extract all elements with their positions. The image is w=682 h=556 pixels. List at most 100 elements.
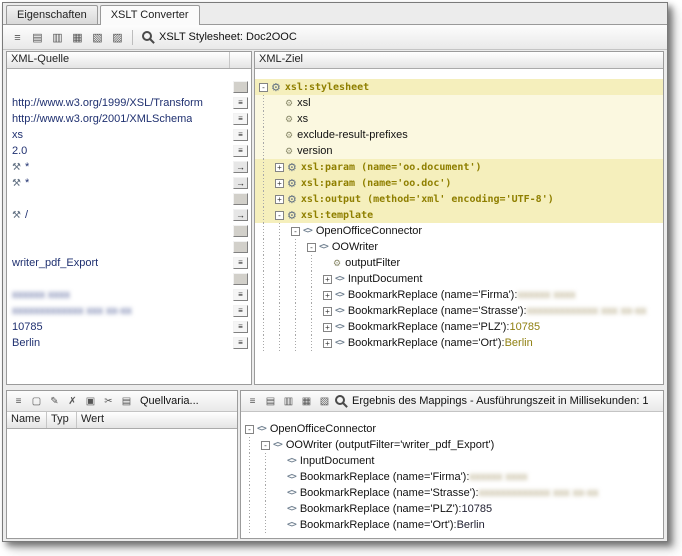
mapping-button-blank[interactable] <box>233 241 248 253</box>
tree-node[interactable]: -<>OpenOfficeConnector <box>255 223 663 239</box>
tree-node[interactable]: -<>OOWriter (outputFilter='writer_pdf_Ex… <box>241 437 663 453</box>
mapping-button-arrow[interactable]: → <box>233 177 248 189</box>
tree-node[interactable]: +<>BookmarkReplace (name='PLZ') : 10785 <box>255 319 663 335</box>
expander-plus-icon[interactable]: + <box>323 307 332 316</box>
hex-view-icon[interactable]: ▦ <box>69 29 86 46</box>
source-row[interactable]: xxxxxxxxxxxxx xxx xx-xx≡ <box>7 303 251 319</box>
node-label: OOWriter (outputFilter='writer_pdf_Expor… <box>286 439 494 451</box>
source-row[interactable]: xs≡ <box>7 127 251 143</box>
tree-node[interactable]: +<>BookmarkReplace (name='Ort') : Berlin <box>255 335 663 351</box>
tree-guide <box>290 287 306 303</box>
menu-icon[interactable]: ≡ <box>9 29 26 46</box>
source-row[interactable] <box>7 271 251 287</box>
delete-variable-icon[interactable]: ✗ <box>65 394 80 409</box>
variables-table-body[interactable] <box>7 429 237 538</box>
source-row[interactable]: Berlin≡ <box>7 335 251 351</box>
export-icon[interactable]: ▨ <box>109 29 126 46</box>
tree-guide <box>258 319 274 335</box>
source-variables-label[interactable]: Quellvaria... <box>140 395 199 407</box>
edit-variable-icon[interactable]: ✎ <box>47 394 62 409</box>
mapping-button-lines[interactable]: ≡ <box>233 97 248 109</box>
source-row[interactable] <box>7 239 251 255</box>
tree-node[interactable]: ⚙version <box>255 143 663 159</box>
tree-node[interactable]: +<>BookmarkReplace (name='Strasse') : xx… <box>255 303 663 319</box>
mapping-button-blank[interactable] <box>233 81 248 93</box>
source-row[interactable]: xxxxxx xxxx≡ <box>7 287 251 303</box>
source-row[interactable]: writer_pdf_Export≡ <box>7 255 251 271</box>
expander-minus-icon[interactable]: - <box>245 425 254 434</box>
tree-node[interactable]: <>BookmarkReplace (name='Strasse') : xxx… <box>241 485 663 501</box>
mapping-button-lines[interactable]: ≡ <box>233 129 248 141</box>
tab-eigenschaften[interactable]: Eigenschaften <box>6 5 98 24</box>
tree-node[interactable]: <>BookmarkReplace (name='Firma') : xxxxx… <box>241 469 663 485</box>
gear-icon: ⚙ <box>287 177 297 190</box>
source-row[interactable]: 2.0≡ <box>7 143 251 159</box>
source-row[interactable]: 10785≡ <box>7 319 251 335</box>
new-variable-icon[interactable]: ▢ <box>29 394 44 409</box>
source-row[interactable]: ⚒/→ <box>7 207 251 223</box>
source-row[interactable]: ⚒*→ <box>7 159 251 175</box>
mapping-button-lines[interactable]: ≡ <box>233 257 248 269</box>
tree-node[interactable]: <>BookmarkReplace (name='PLZ') : 10785 <box>241 501 663 517</box>
mapping-button-arrow[interactable]: → <box>233 209 248 221</box>
mapping-button-lines[interactable]: ≡ <box>233 337 248 349</box>
cut-icon[interactable]: ✂ <box>101 394 116 409</box>
menu-icon[interactable]: ≡ <box>11 394 26 409</box>
tree-structure-icon[interactable]: ▤ <box>29 29 46 46</box>
tree-node[interactable]: -<>OOWriter <box>255 239 663 255</box>
mapping-button-blank[interactable] <box>233 193 248 205</box>
source-row[interactable]: ⚒*→ <box>7 175 251 191</box>
mapping-button-blank[interactable] <box>233 273 248 285</box>
tree-node[interactable]: -⚙xsl:template <box>255 207 663 223</box>
expander-minus-icon[interactable]: - <box>275 211 284 220</box>
mapping-button-blank[interactable] <box>233 225 248 237</box>
tree-node[interactable]: -<>OpenOfficeConnector <box>241 421 663 437</box>
tree-node[interactable]: +⚙xsl:param (name='oo.doc') <box>255 175 663 191</box>
tree-node[interactable]: <>InputDocument <box>241 453 663 469</box>
tree-node[interactable]: +⚙xsl:output (method='xml' encoding='UTF… <box>255 191 663 207</box>
tree-node[interactable]: +<>InputDocument <box>255 271 663 287</box>
expander-plus-icon[interactable]: + <box>323 291 332 300</box>
mapping-button-arrow[interactable]: → <box>233 161 248 173</box>
expander-minus-icon[interactable]: - <box>307 243 316 252</box>
source-row[interactable]: http://www.w3.org/2001/XMLSchema≡ <box>7 111 251 127</box>
tree-node[interactable]: ⚙exclude-result-prefixes <box>255 127 663 143</box>
xml-view-icon[interactable]: ▥ <box>281 394 296 409</box>
menu-icon[interactable]: ≡ <box>245 394 260 409</box>
expander-plus-icon[interactable]: + <box>323 275 332 284</box>
tree-structure-icon[interactable]: ▤ <box>263 394 278 409</box>
grid-view-icon[interactable]: ▧ <box>89 29 106 46</box>
mapping-button-lines[interactable]: ≡ <box>233 113 248 125</box>
mapping-button-lines[interactable]: ≡ <box>233 305 248 317</box>
copy-icon[interactable]: ▣ <box>83 394 98 409</box>
result-pane: ≡▤▥▦▧ Ergebnis des Mappings - Ausführung… <box>240 390 664 539</box>
xml-view-icon[interactable]: ▥ <box>49 29 66 46</box>
mapping-button-lines[interactable]: ≡ <box>233 289 248 301</box>
hex-view-icon[interactable]: ▦ <box>299 394 314 409</box>
expander-minus-icon[interactable]: - <box>291 227 300 236</box>
export-icon[interactable]: ▧ <box>317 394 332 409</box>
expander-plus-icon[interactable]: + <box>275 195 284 204</box>
source-row[interactable] <box>7 79 251 95</box>
tree-node[interactable]: +⚙xsl:param (name='oo.document') <box>255 159 663 175</box>
tree-node[interactable]: ⚙xsl <box>255 95 663 111</box>
expander-plus-icon[interactable]: + <box>275 163 284 172</box>
expander-minus-icon[interactable]: - <box>261 441 270 450</box>
expander-minus-icon[interactable]: - <box>259 83 268 92</box>
expander-plus-icon[interactable]: + <box>275 179 284 188</box>
expander-plus-icon[interactable]: + <box>323 339 332 348</box>
source-row[interactable] <box>7 191 251 207</box>
expander-plus-icon[interactable]: + <box>323 323 332 332</box>
tree-node[interactable]: ⚙xs <box>255 111 663 127</box>
source-row[interactable]: http://www.w3.org/1999/XSL/Transform≡ <box>7 95 251 111</box>
source-row[interactable] <box>7 223 251 239</box>
tree-node[interactable]: +<>BookmarkReplace (name='Firma') : xxxx… <box>255 287 663 303</box>
mapping-button-lines[interactable]: ≡ <box>233 145 248 157</box>
tree-node[interactable]: <>BookmarkReplace (name='Ort') : Berlin <box>241 517 663 533</box>
mapping-button-lines[interactable]: ≡ <box>233 321 248 333</box>
tree-guide <box>306 319 322 335</box>
tree-node[interactable]: ⚙outputFilter <box>255 255 663 271</box>
tab-xslt-converter[interactable]: XSLT Converter <box>100 5 200 25</box>
paste-icon[interactable]: ▤ <box>119 394 134 409</box>
tree-node[interactable]: -⚙xsl:stylesheet <box>255 79 663 95</box>
